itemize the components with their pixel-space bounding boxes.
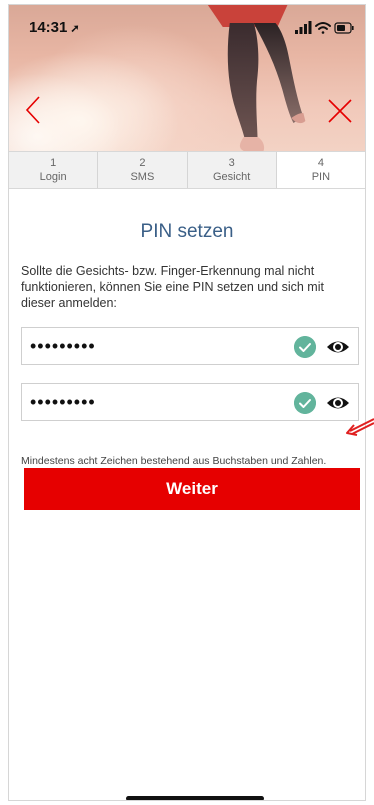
eye-icon[interactable] <box>326 337 350 357</box>
eye-icon[interactable] <box>326 393 350 413</box>
status-bar: 14:31 ➚ <box>9 5 365 49</box>
step-sms: 2 SMS <box>98 152 188 188</box>
step-label: Login <box>39 171 67 183</box>
location-arrow-icon: ➚ <box>70 23 80 35</box>
step-label: SMS <box>130 171 155 183</box>
check-icon <box>294 336 316 358</box>
intro-text: Sollte die Gesichts- bzw. Finger-Erkennu… <box>21 264 324 310</box>
step-login: 1 Login <box>9 152 99 188</box>
annotation-arrow-icon <box>346 418 374 436</box>
step-face: 3 Gesicht <box>188 152 277 188</box>
status-time: 14:31 ➚ <box>29 19 80 36</box>
home-indicator[interactable] <box>126 796 264 800</box>
step-number: 3 <box>228 157 235 169</box>
status-icons <box>295 21 354 34</box>
step-number: 4 <box>317 157 324 169</box>
phone-screen: 14:31 ➚ 1 Login 2 SMS 3 Gesicht 4 PIN PI… <box>8 4 366 801</box>
step-number: 1 <box>50 157 57 169</box>
wifi-icon <box>315 22 331 34</box>
pin-hint: Mindestens acht Zeichen bestehend aus Bu… <box>21 455 327 467</box>
battery-icon <box>334 22 354 34</box>
pin-confirm-input[interactable] <box>30 391 280 413</box>
time-text: 14:31 <box>29 19 68 36</box>
check-icon <box>294 392 316 414</box>
pin-confirm-field[interactable] <box>21 383 359 421</box>
chevron-left-icon[interactable] <box>21 95 47 125</box>
step-label: PIN <box>311 171 331 183</box>
step-tabs: 1 Login 2 SMS 3 Gesicht 4 PIN <box>9 151 365 189</box>
step-number: 2 <box>139 157 146 169</box>
pin-field[interactable] <box>21 327 359 365</box>
close-icon[interactable] <box>327 98 353 124</box>
hero-header: 14:31 ➚ <box>9 5 365 151</box>
step-label: Gesicht <box>212 171 251 183</box>
signal-icon <box>295 21 312 34</box>
pin-input[interactable] <box>30 335 280 357</box>
page-title: PIN setzen <box>140 221 234 242</box>
next-button[interactable]: Weiter <box>24 468 360 510</box>
step-pin: 4 PIN <box>276 152 365 188</box>
